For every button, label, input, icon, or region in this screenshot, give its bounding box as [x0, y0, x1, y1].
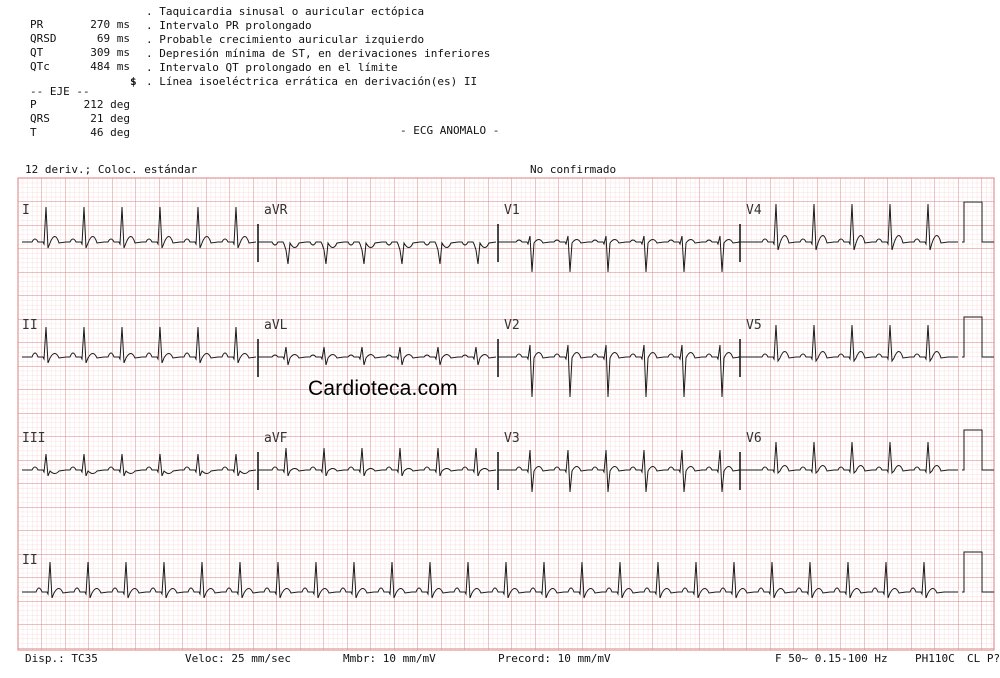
- lead-label: II: [22, 553, 38, 568]
- lead-label: aVL: [264, 318, 288, 333]
- footer-speed: Veloc: 25 mm/sec: [185, 652, 291, 665]
- lead-trace-avl: [258, 346, 497, 366]
- measurement-pr: PR 270 ms: [30, 18, 130, 32]
- lead-trace-v1: [498, 235, 741, 273]
- footer-limb-gain: Mmbr: 10 mm/mV: [343, 652, 436, 665]
- rhythm-strip-ii: [22, 561, 958, 599]
- axis-label: P: [30, 98, 37, 111]
- lead-trace-v2: [498, 344, 741, 398]
- diagnosis-label: - ECG ANOMALO -: [400, 124, 500, 137]
- watermark-text: Cardioteca.com: [308, 377, 458, 400]
- lead-label: II: [22, 318, 38, 333]
- report-header: PR 270 ms QRSD 69 ms QT 309 ms QTc 484 m…: [0, 0, 1000, 176]
- leads-info: 12 deriv.; Coloc. estándar: [25, 163, 198, 176]
- lead-label: V6: [746, 431, 762, 446]
- footer-filter: F 50~ 0.15-100 Hz: [775, 652, 888, 665]
- axis-value: 21 deg: [90, 112, 130, 125]
- lead-trace-v3: [498, 449, 741, 493]
- footer-chest-gain: Precord: 10 mm/mV: [498, 652, 611, 665]
- measurement-qrsd: QRSD 69 ms: [30, 32, 130, 46]
- ecg-grid: [17, 177, 995, 651]
- footer-display: Disp.: TC35: [25, 652, 98, 665]
- lead-label: V1: [504, 203, 520, 218]
- interpretation-line: . Intervalo PR prolongado: [146, 19, 312, 32]
- lead-trace-v6: [740, 441, 958, 475]
- measurement-label: QRSD: [30, 32, 57, 45]
- lead-label: I: [22, 203, 30, 218]
- lead-label: V4: [746, 203, 762, 218]
- interpretation-line: . Intervalo QT prolongado en el límite: [146, 61, 398, 74]
- lead-trace-avf: [258, 447, 497, 477]
- lead-trace-v4: [740, 203, 958, 251]
- footer-device: PH110C: [915, 652, 955, 665]
- axis-value: 212 deg: [83, 98, 130, 111]
- lead-label: III: [22, 431, 45, 446]
- measurement-value: 484 ms: [90, 60, 130, 73]
- measurement-value: 309 ms: [90, 46, 130, 59]
- measurement-label: QTc: [30, 60, 50, 73]
- ecg-traces: [22, 201, 994, 599]
- axis-value: 46 deg: [90, 126, 130, 139]
- calibration-pulse: [962, 316, 994, 358]
- lead-label: aVR: [264, 203, 288, 218]
- axis-t: T 46 deg: [30, 126, 130, 140]
- axis-label: T: [30, 126, 37, 139]
- axis-label: QRS: [30, 112, 50, 125]
- lead-trace-v5: [740, 324, 958, 363]
- interpretation-line: . Línea isoeléctrica errática en derivac…: [146, 75, 478, 88]
- lead-trace-i: [22, 206, 257, 249]
- calibration-pulse: [962, 201, 994, 243]
- axis-qrs: QRS 21 deg: [30, 112, 130, 126]
- warning-marker: $: [130, 75, 137, 88]
- lead-label: aVF: [264, 431, 288, 446]
- lead-label: V3: [504, 431, 520, 446]
- measurement-qt: QT 309 ms: [30, 46, 130, 60]
- lead-trace-ii: [22, 326, 257, 364]
- lead-label: V2: [504, 318, 520, 333]
- measurement-label: PR: [30, 18, 44, 31]
- confirm-status: No confirmado: [530, 163, 617, 176]
- interpretation-line: . Depresión mínima de ST, en derivacione…: [146, 47, 491, 60]
- axis-p: P 212 deg: [30, 98, 130, 112]
- calibration-pulse: [962, 429, 994, 471]
- measurement-qtc: QTc 484 ms: [30, 60, 130, 74]
- measurement-label: QT: [30, 46, 44, 59]
- interpretation-line: . Probable crecimiento auricular izquier…: [146, 33, 425, 46]
- measurement-value: 270 ms: [90, 18, 130, 31]
- footer-misc: CL P?: [967, 652, 1000, 665]
- lead-trace-avr: [258, 241, 497, 265]
- axis-title: -- EJE --: [30, 85, 90, 98]
- interpretation-line: . Taquicardia sinusal o auricular ectópi…: [146, 5, 425, 18]
- lead-trace-iii: [22, 453, 257, 477]
- measurement-value: 69 ms: [96, 32, 130, 45]
- lead-label: V5: [746, 318, 762, 333]
- calibration-pulse: [962, 551, 994, 593]
